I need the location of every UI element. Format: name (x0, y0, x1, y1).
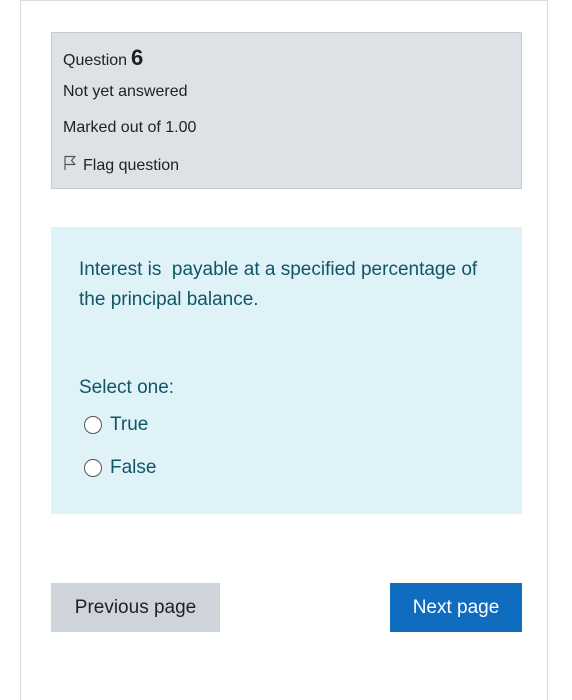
question-content-panel: Interest is payable at a specified perce… (51, 227, 522, 514)
option-true[interactable]: True (84, 414, 148, 436)
next-page-button[interactable]: Next page (390, 583, 522, 632)
question-number: 6 (131, 45, 144, 70)
option-false-label: False (110, 457, 157, 478)
question-status: Not yet answered (63, 83, 188, 100)
question-marks: Marked out of 1.00 (63, 119, 197, 136)
flag-icon (63, 155, 83, 176)
option-true-label: True (110, 414, 149, 435)
previous-page-button[interactable]: Previous page (51, 583, 220, 632)
flag-question-label: Flag question (83, 156, 180, 174)
select-one-prompt: Select one: (79, 377, 175, 398)
radio-true[interactable] (84, 416, 102, 434)
question-text: Interest is payable at a specified perce… (79, 259, 483, 310)
radio-false[interactable] (84, 459, 102, 477)
flag-question-link[interactable]: Flag question (63, 155, 179, 176)
question-info-panel: Question 6 Not yet answered Marked out of… (51, 32, 522, 189)
quiz-page: Question 6 Not yet answered Marked out of… (20, 0, 548, 700)
question-label: Question (63, 52, 128, 69)
question-heading: Question 6 (63, 43, 143, 76)
option-false[interactable]: False (84, 457, 156, 479)
